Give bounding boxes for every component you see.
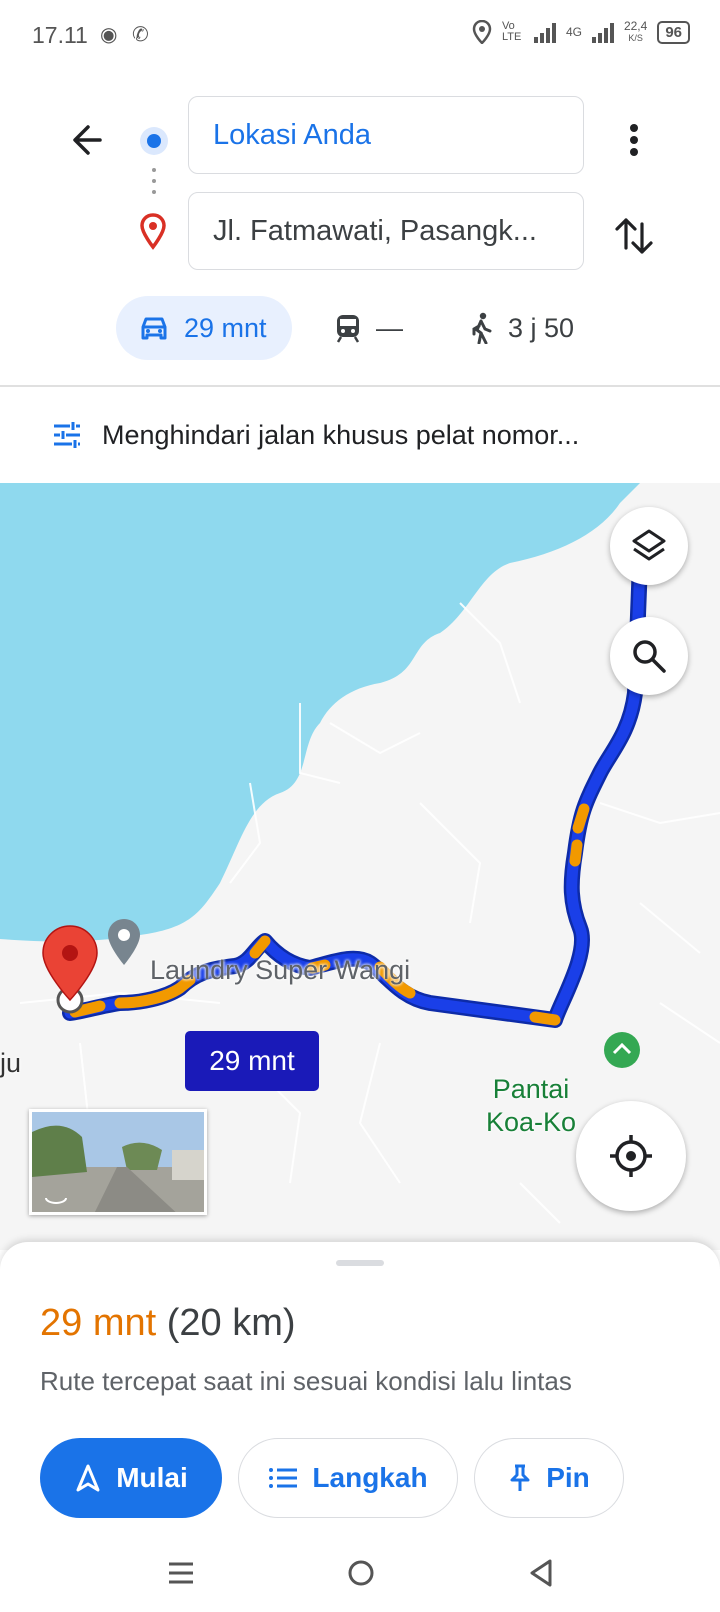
walking-duration: 3 j 50 bbox=[508, 312, 575, 343]
network-speed: 22,4 K/S bbox=[623, 19, 648, 43]
tab-driving[interactable]: 29 mnt bbox=[116, 296, 292, 360]
back-nav-icon[interactable] bbox=[526, 1558, 556, 1588]
sheet-drag-handle[interactable] bbox=[336, 1260, 384, 1266]
whatsapp-icon: ✆ bbox=[132, 24, 149, 46]
directions-header: Lokasi Anda Jl. Fatmawati, Pasangk... 29… bbox=[0, 72, 720, 387]
steps-label: Langkah bbox=[312, 1462, 428, 1493]
tab-walking[interactable]: 3 j 50 bbox=[468, 296, 574, 360]
signal-icon bbox=[533, 21, 556, 43]
pin-button[interactable]: Pin bbox=[474, 1438, 624, 1518]
start-label: Mulai bbox=[116, 1462, 188, 1493]
status-bar: 17.11 ◉ ✆ Vo LTE 4G 22,4 K/S 96 bbox=[0, 0, 720, 72]
route-summary: 29 mnt (20 km) bbox=[40, 1302, 296, 1345]
destination-input[interactable]: Jl. Fatmawati, Pasangk... bbox=[188, 192, 584, 270]
more-options-icon[interactable] bbox=[614, 112, 654, 168]
system-nav-bar bbox=[0, 1540, 720, 1612]
origin-input[interactable]: Lokasi Anda bbox=[188, 96, 584, 174]
location-status-icon bbox=[472, 20, 492, 44]
list-icon bbox=[269, 1468, 298, 1488]
route-duration: 29 mnt bbox=[40, 1302, 157, 1344]
pantai-line-2: Koa-Ko bbox=[486, 1107, 577, 1137]
place-label-laundry[interactable]: Laundry Super Wangi bbox=[150, 955, 410, 986]
network-type: 4G bbox=[565, 25, 582, 39]
route-distance: (20 km) bbox=[166, 1302, 296, 1344]
pin-icon bbox=[510, 1464, 530, 1491]
street-view-thumbnail[interactable] bbox=[29, 1109, 207, 1215]
route-options-bar[interactable]: Menghindari jalan khusus pelat nomor... bbox=[0, 387, 720, 483]
driving-duration: 29 mnt bbox=[184, 312, 267, 343]
pin-label: Pin bbox=[546, 1462, 590, 1493]
app-notification-icon: ◉ bbox=[100, 24, 118, 46]
battery-indicator: 96 bbox=[657, 20, 690, 44]
route-description: Rute tercepat saat ini sesuai kondisi la… bbox=[40, 1366, 572, 1396]
volte-label: Vo LTE bbox=[501, 20, 522, 43]
route-eta-bubble[interactable]: 29 mnt bbox=[185, 1031, 319, 1091]
travel-mode-tabs: 29 mnt — 3 j 50 bbox=[0, 296, 720, 360]
transit-duration: — bbox=[376, 312, 403, 343]
route-connector bbox=[151, 168, 157, 204]
navigation-arrow-icon bbox=[76, 1464, 100, 1492]
layers-icon bbox=[632, 529, 666, 561]
signal-icon-2 bbox=[591, 21, 614, 43]
your-location-dot-icon bbox=[140, 127, 168, 155]
place-label-edge: ju bbox=[0, 1048, 22, 1078]
street-view-image bbox=[32, 1112, 204, 1212]
pantai-line-1: Pantai bbox=[492, 1074, 570, 1104]
search-along-route-button[interactable] bbox=[610, 617, 688, 695]
my-location-button[interactable] bbox=[576, 1101, 686, 1211]
start-button[interactable]: Mulai bbox=[40, 1438, 222, 1518]
destination-pin-icon bbox=[140, 213, 166, 250]
status-time: 17.11 bbox=[32, 22, 88, 48]
tune-options-icon bbox=[54, 422, 80, 448]
route-options-text: Menghindari jalan khusus pelat nomor... bbox=[102, 419, 580, 450]
swap-direction-icon[interactable] bbox=[606, 208, 662, 264]
search-icon bbox=[633, 640, 666, 673]
walking-icon bbox=[472, 312, 492, 344]
car-icon bbox=[141, 317, 167, 340]
steps-button[interactable]: Langkah bbox=[238, 1438, 458, 1518]
layers-button[interactable] bbox=[610, 507, 688, 585]
place-label-pantai[interactable]: Pantai Koa-Ko bbox=[486, 1073, 576, 1139]
train-icon bbox=[336, 315, 360, 343]
menu-nav-icon[interactable] bbox=[166, 1558, 196, 1588]
map-view[interactable]: Laundry Super Wangi Pantai Koa-Ko ju 29 … bbox=[0, 483, 720, 1250]
home-nav-icon[interactable] bbox=[346, 1558, 376, 1588]
back-arrow-icon[interactable] bbox=[62, 112, 118, 168]
crosshair-icon bbox=[610, 1135, 652, 1177]
tab-transit[interactable]: — bbox=[334, 296, 403, 360]
